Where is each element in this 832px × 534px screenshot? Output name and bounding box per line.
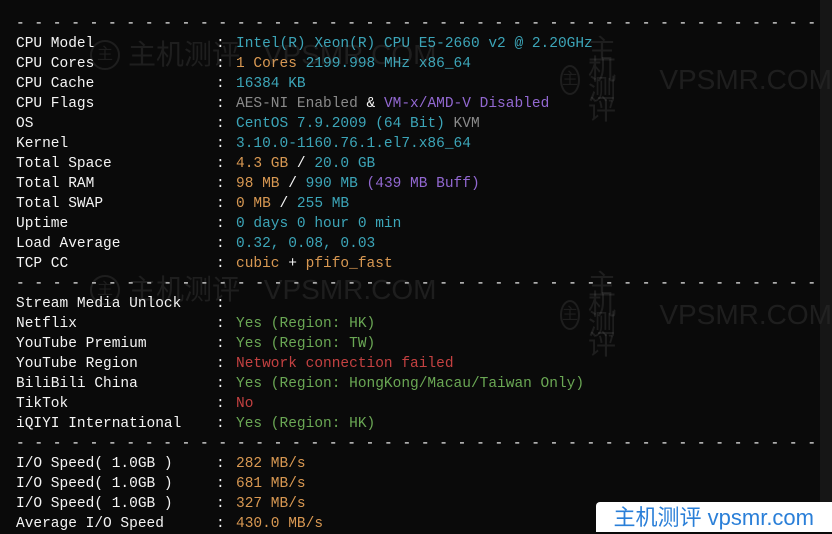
source-badge: 主机测评 vpsmr.com xyxy=(596,502,832,532)
row-youtube-region: YouTube Region:Network connection failed xyxy=(16,354,816,374)
row-cpu-model: CPU Model:Intel(R) Xeon(R) CPU E5-2660 v… xyxy=(16,34,816,54)
section-separator: - - - - - - - - - - - - - - - - - - - - … xyxy=(16,434,816,454)
row-iqiyi: iQIYI International:Yes (Region: HK) xyxy=(16,414,816,434)
row-bilibili: BiliBili China:Yes (Region: HongKong/Mac… xyxy=(16,374,816,394)
row-cpu-cores: CPU Cores:1 Cores 2199.998 MHz x86_64 xyxy=(16,54,816,74)
row-io-1: I/O Speed( 1.0GB ):282 MB/s xyxy=(16,454,816,474)
row-tiktok: TikTok:No xyxy=(16,394,816,414)
row-netflix: Netflix:Yes (Region: HK) xyxy=(16,314,816,334)
row-stream-header: Stream Media Unlock: xyxy=(16,294,816,314)
scrollbar[interactable]: ▼ xyxy=(820,0,832,532)
row-cpu-flags: CPU Flags:AES-NI Enabled & VM-x/AMD-V Di… xyxy=(16,94,816,114)
section-separator: - - - - - - - - - - - - - - - - - - - - … xyxy=(16,274,816,294)
section-separator: - - - - - - - - - - - - - - - - - - - - … xyxy=(16,14,816,34)
row-io-2: I/O Speed( 1.0GB ):681 MB/s xyxy=(16,474,816,494)
row-total-swap: Total SWAP:0 MB / 255 MB xyxy=(16,194,816,214)
row-os: OS:CentOS 7.9.2009 (64 Bit) KVM xyxy=(16,114,816,134)
row-kernel: Kernel:3.10.0-1160.76.1.el7.x86_64 xyxy=(16,134,816,154)
row-youtube-premium: YouTube Premium:Yes (Region: TW) xyxy=(16,334,816,354)
row-uptime: Uptime:0 days 0 hour 0 min xyxy=(16,214,816,234)
row-load: Load Average:0.32, 0.08, 0.03 xyxy=(16,234,816,254)
row-cpu-cache: CPU Cache:16384 KB xyxy=(16,74,816,94)
row-total-space: Total Space:4.3 GB / 20.0 GB xyxy=(16,154,816,174)
row-total-ram: Total RAM:98 MB / 990 MB (439 MB Buff) xyxy=(16,174,816,194)
row-tcp-cc: TCP CC:cubic + pfifo_fast xyxy=(16,254,816,274)
